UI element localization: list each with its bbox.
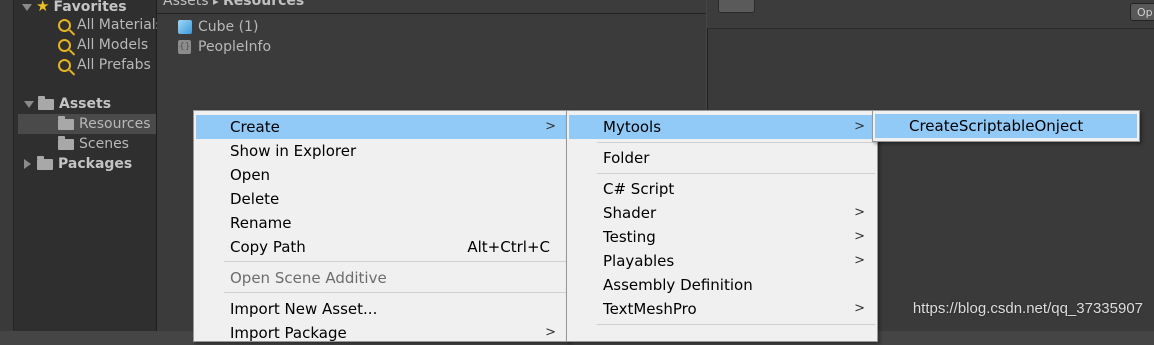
menu-item-copy-path[interactable]: Copy Path Alt+Ctrl+C: [196, 235, 566, 259]
expand-arrow-icon[interactable]: [24, 100, 34, 108]
asset-item-cube[interactable]: Cube (1): [178, 17, 258, 37]
menu-separator: [597, 173, 875, 174]
menu-item-label: Create: [230, 118, 280, 136]
menu-separator: [597, 142, 875, 143]
tree-resources[interactable]: Resources: [18, 114, 156, 134]
menu-item-rename[interactable]: Rename: [196, 211, 566, 235]
search-icon: [58, 18, 71, 32]
menu-item-shortcut: Alt+Ctrl+C: [467, 238, 550, 256]
context-menu: Create > Show in Explorer Open Delete Re…: [193, 110, 569, 342]
menu-item-show-in-explorer[interactable]: Show in Explorer: [196, 139, 566, 163]
resources-label: Resources: [79, 116, 151, 132]
menu-item-create-scriptable-object[interactable]: CreateScriptableOnject: [875, 114, 1137, 138]
create-submenu: Mytools > Folder C# Script Shader > Test…: [566, 110, 878, 342]
menu-item-label: Mytools: [603, 118, 662, 136]
menu-item-csharp-script[interactable]: C# Script: [569, 177, 875, 201]
menu-item-playables[interactable]: Playables >: [569, 249, 875, 273]
open-button[interactable]: Op: [1130, 3, 1154, 21]
menu-item-assembly-definition[interactable]: Assembly Definition: [569, 273, 875, 297]
submenu-arrow-icon: >: [545, 325, 556, 340]
menu-item-label: Open Scene Additive: [230, 269, 387, 287]
tree-scenes[interactable]: Scenes: [58, 134, 129, 154]
menu-item-label: CreateScriptableOnject: [909, 117, 1084, 135]
prefab-cube-icon: [178, 20, 192, 34]
assets-label: Assets: [59, 96, 112, 112]
asset-label: PeopleInfo: [198, 39, 272, 55]
menu-item-label: Playables: [603, 252, 675, 270]
menu-item-label: Testing: [603, 228, 656, 246]
tree-favorites[interactable]: ★ Favorites: [22, 0, 127, 16]
menu-item-label: Open: [230, 166, 271, 184]
asset-item-peopleinfo[interactable]: PeopleInfo: [178, 37, 271, 57]
search-icon: [58, 58, 71, 72]
breadcrumb-separator: ▸: [213, 0, 219, 8]
favorite-label: All Models: [77, 37, 149, 53]
asset-label: Cube (1): [198, 19, 259, 35]
menu-item-open-scene-additive: Open Scene Additive: [196, 266, 566, 290]
menu-item-label: Import New Asset...: [230, 300, 378, 318]
favorite-label: All Prefabs: [77, 57, 151, 73]
menu-item-label: Folder: [603, 149, 650, 167]
submenu-arrow-icon: >: [854, 301, 865, 316]
search-icon: [58, 38, 71, 52]
tree-favorite-item[interactable]: All Materials: [58, 15, 163, 35]
submenu-arrow-icon: >: [854, 119, 865, 134]
menu-item-mytools[interactable]: Mytools >: [569, 115, 875, 139]
menu-item-folder[interactable]: Folder: [569, 146, 875, 170]
breadcrumb-root[interactable]: Assets: [163, 0, 209, 9]
menu-separator: [597, 324, 875, 325]
menu-item-label: Show in Explorer: [230, 142, 357, 160]
scriptable-object-icon: [178, 37, 191, 57]
submenu-arrow-icon: >: [854, 205, 865, 220]
menu-item-testing[interactable]: Testing >: [569, 225, 875, 249]
watermark: https://blog.csdn.net/qq_37335907: [912, 300, 1143, 317]
submenu-arrow-icon: >: [854, 229, 865, 244]
menu-item-textmeshpro[interactable]: TextMeshPro >: [569, 297, 875, 321]
breadcrumb-current[interactable]: Resources: [223, 0, 304, 9]
inspector-tab-button[interactable]: [718, 0, 755, 13]
star-icon: ★: [36, 0, 50, 15]
menu-item-label: C# Script: [603, 180, 675, 198]
menu-item-label: Shader: [603, 204, 657, 222]
folder-icon: [37, 155, 53, 170]
menu-item-label: Copy Path: [230, 238, 306, 256]
expand-arrow-icon[interactable]: [22, 3, 32, 11]
folder-icon: [58, 115, 74, 130]
favorites-label: Favorites: [53, 0, 127, 15]
menu-item-label: Assembly Definition: [603, 276, 753, 294]
breadcrumb: Assets ▸ Resources: [157, 0, 706, 14]
menu-item-import-package[interactable]: Import Package >: [196, 321, 566, 345]
scenes-label: Scenes: [79, 136, 129, 152]
tree-scroll-edge: [0, 0, 14, 331]
menu-item-import-new-asset[interactable]: Import New Asset...: [196, 297, 566, 321]
packages-label: Packages: [58, 156, 133, 172]
favorite-label: All Materials: [77, 17, 163, 33]
menu-item-label: Delete: [230, 190, 280, 208]
inspector-header: [707, 0, 1154, 29]
tree-assets[interactable]: Assets: [24, 94, 111, 114]
menu-item-open[interactable]: Open: [196, 163, 566, 187]
menu-separator: [224, 261, 566, 262]
folder-icon: [38, 95, 54, 110]
submenu-arrow-icon: >: [545, 119, 556, 134]
tree-favorite-item[interactable]: All Models: [58, 35, 148, 55]
tree-favorite-item[interactable]: All Prefabs: [58, 55, 151, 75]
mytools-submenu: CreateScriptableOnject: [872, 110, 1140, 142]
menu-item-label: Rename: [230, 214, 292, 232]
submenu-arrow-icon: >: [854, 253, 865, 268]
menu-item-create[interactable]: Create >: [196, 115, 566, 139]
tree-packages[interactable]: Packages: [24, 154, 132, 174]
menu-item-shader[interactable]: Shader >: [569, 201, 875, 225]
menu-item-delete[interactable]: Delete: [196, 187, 566, 211]
menu-item-label: Import Package: [230, 324, 347, 342]
menu-separator: [224, 292, 566, 293]
collapse-arrow-icon[interactable]: [24, 159, 31, 169]
folder-icon: [58, 135, 74, 150]
menu-item-label: TextMeshPro: [603, 300, 697, 318]
